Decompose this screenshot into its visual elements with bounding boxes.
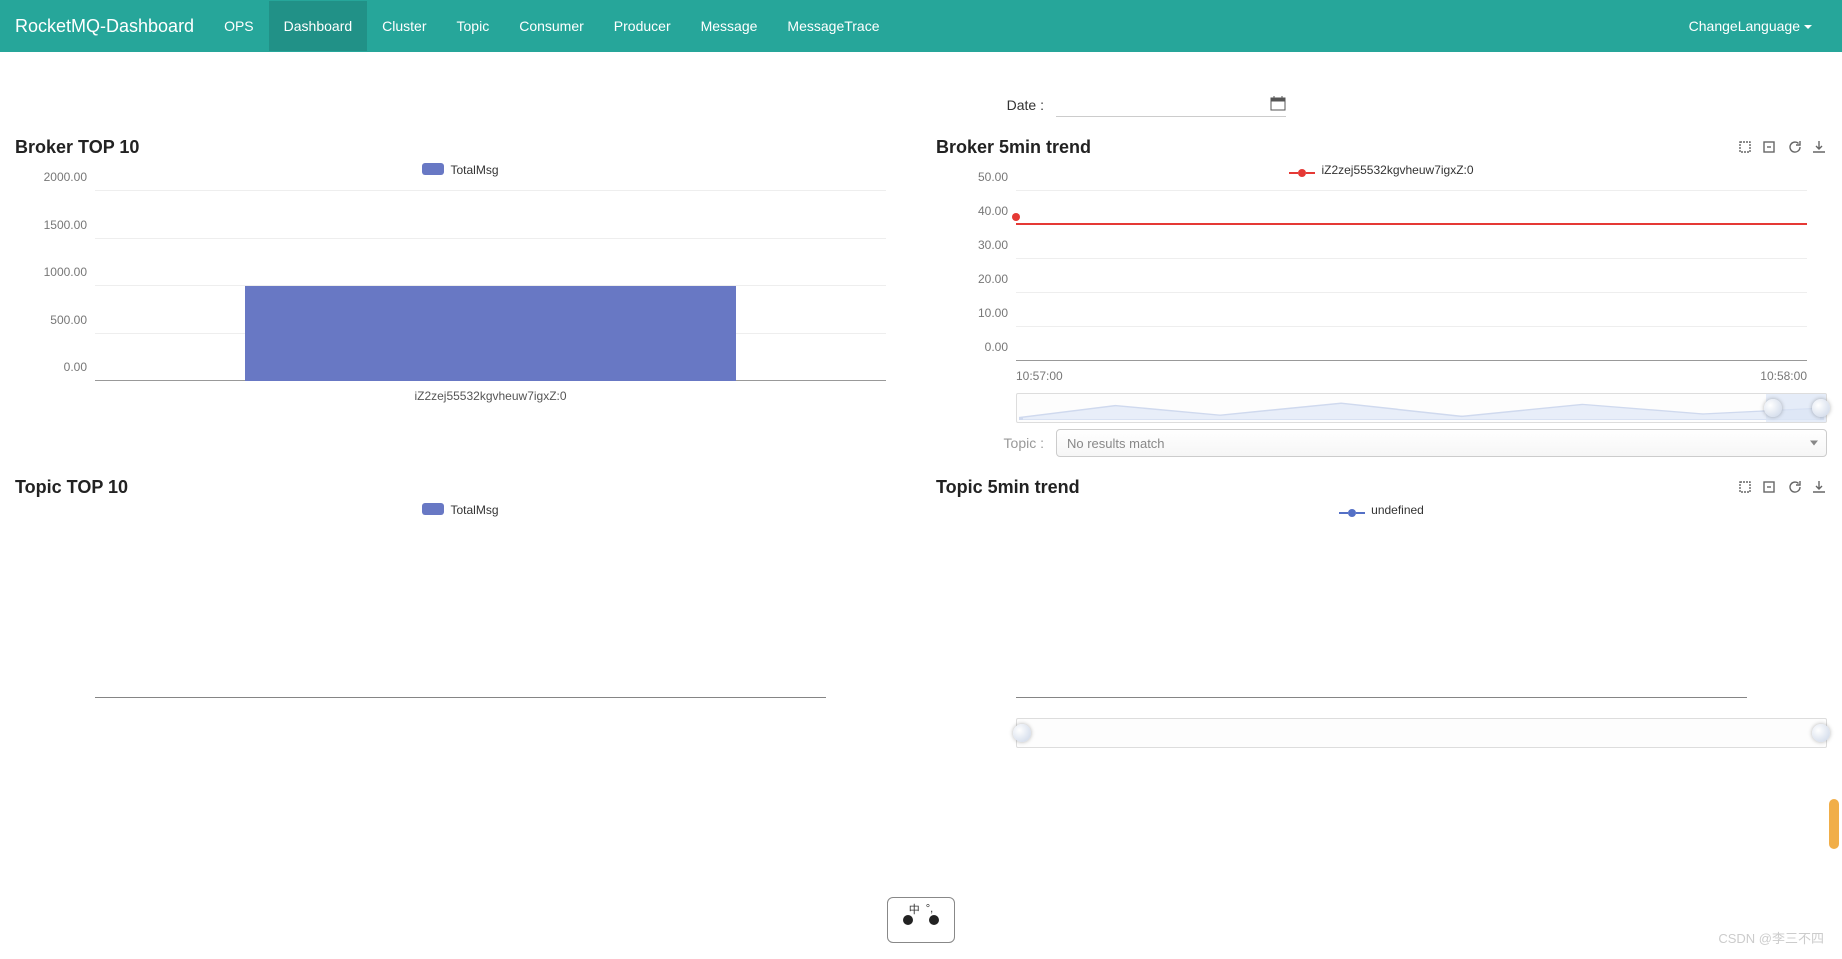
change-language-dropdown: ChangeLanguage	[1674, 1, 1827, 51]
nav-item-producer: Producer	[599, 1, 686, 51]
broker-5min-legend: iZ2zej55532kgvheuw7igxZ:0	[936, 163, 1827, 177]
watermark: CSDN @李三不四	[1718, 928, 1824, 947]
topic-5min-baseline	[1016, 697, 1747, 698]
broker-5min-toolbox	[1739, 139, 1827, 155]
zoom-handle-right[interactable]	[1812, 399, 1830, 417]
date-label: Date :	[936, 97, 1056, 113]
topic-5min-toolbox	[1739, 479, 1827, 495]
topic-top10-title: Topic TOP 10	[15, 477, 906, 498]
refresh-icon[interactable]	[1787, 479, 1803, 495]
refresh-icon[interactable]	[1787, 139, 1803, 155]
broker-top10-title: Broker TOP 10	[15, 137, 906, 158]
scrollbar-indicator	[1829, 799, 1839, 849]
date-input[interactable]	[1056, 92, 1270, 114]
broker-5min-title: Broker 5min trend	[936, 137, 1827, 158]
nav-menu: OPS Dashboard Cluster Topic Consumer Pro…	[209, 1, 894, 51]
topic-top10-baseline	[95, 697, 826, 698]
nav-item-ops: OPS	[209, 1, 269, 51]
topic-filter: Topic : No results match	[936, 429, 1827, 457]
topic-label: Topic :	[936, 435, 1056, 451]
topic-zoom-slider[interactable]	[1016, 718, 1827, 748]
nav-item-message: Message	[686, 1, 773, 51]
brand[interactable]: RocketMQ-Dashboard	[15, 16, 209, 37]
zoom-area-icon[interactable]	[1739, 479, 1755, 495]
ime-widget[interactable]: 中°,	[887, 897, 955, 943]
topic-5min-legend: undefined	[936, 503, 1827, 517]
dog-icon	[906, 919, 936, 937]
zoom-handle-right[interactable]	[1812, 724, 1830, 742]
broker-top10-legend: TotalMsg	[15, 163, 906, 177]
topic-5min-title: Topic 5min trend	[936, 477, 1827, 498]
calendar-icon[interactable]	[1270, 95, 1286, 111]
download-icon[interactable]	[1811, 479, 1827, 495]
nav-item-consumer: Consumer	[504, 1, 599, 51]
nav-right: ChangeLanguage	[1674, 1, 1827, 51]
nav-item-messagetrace: MessageTrace	[772, 1, 894, 51]
zoom-area-icon[interactable]	[1739, 139, 1755, 155]
chevron-down-icon	[1810, 441, 1818, 446]
topic-select[interactable]: No results match	[1056, 429, 1827, 457]
legend-swatch	[422, 163, 444, 175]
broker-top10-chart: 0.00 500.00 1000.00 1500.00 2000.00 iZ2z…	[15, 181, 906, 411]
zoom-reset-icon[interactable]	[1763, 139, 1779, 155]
data-point	[1012, 213, 1020, 221]
download-icon[interactable]	[1811, 139, 1827, 155]
chevron-down-icon	[1804, 25, 1812, 29]
bar	[245, 286, 735, 381]
bar-category-label: iZ2zej55532kgvheuw7igxZ:0	[95, 389, 886, 403]
topic-top10-legend: TotalMsg	[15, 503, 906, 517]
data-line	[1016, 223, 1807, 225]
nav-item-topic: Topic	[442, 1, 505, 51]
nav-item-cluster: Cluster	[367, 1, 441, 51]
broker-zoom-slider[interactable]	[1016, 393, 1827, 423]
zoom-reset-icon[interactable]	[1763, 479, 1779, 495]
broker-5min-chart: 0.00 10.00 20.00 30.00 40.00 50.00	[936, 181, 1827, 391]
zoom-handle-left[interactable]	[1764, 399, 1782, 417]
date-filter: Date :	[936, 92, 1827, 117]
nav-item-dashboard: Dashboard	[269, 1, 368, 51]
top-navbar: RocketMQ-Dashboard OPS Dashboard Cluster…	[0, 0, 1842, 52]
zoom-handle-left[interactable]	[1013, 724, 1031, 742]
